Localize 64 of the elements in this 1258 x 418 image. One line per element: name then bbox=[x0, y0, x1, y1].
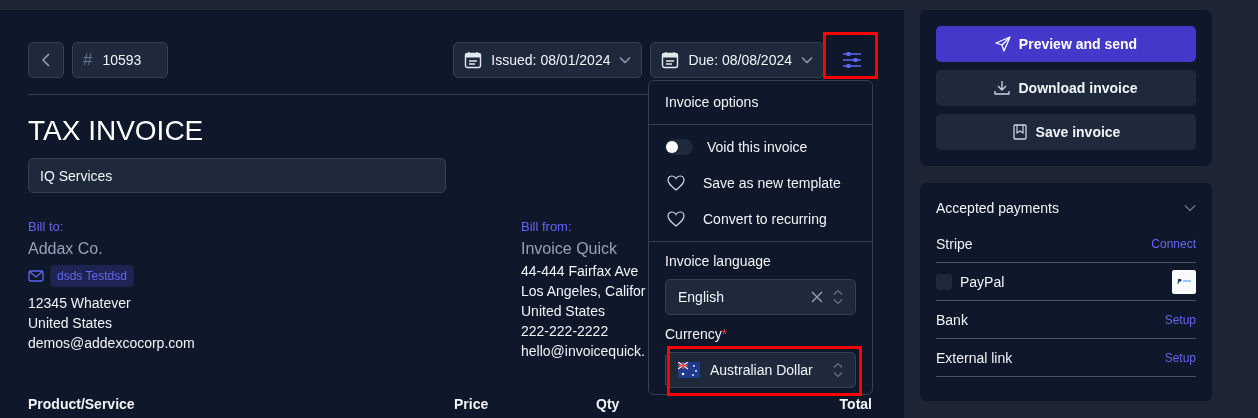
chevron-down-icon bbox=[801, 56, 813, 64]
payment-method-name: Bank bbox=[936, 311, 968, 328]
column-header: Total bbox=[839, 396, 872, 412]
party-name: Invoice Quick bbox=[521, 239, 619, 259]
address-line: hello@invoicequick. bbox=[521, 342, 646, 361]
back-button[interactable] bbox=[28, 42, 64, 78]
heart-icon bbox=[667, 211, 685, 227]
setup-link[interactable]: Setup bbox=[1164, 350, 1196, 365]
payment-method-name: Stripe bbox=[936, 235, 973, 252]
action-button[interactable]: Download invoice bbox=[936, 70, 1196, 106]
address-line: demos@addexcocorp.com bbox=[28, 334, 196, 353]
toggle-switch[interactable] bbox=[665, 139, 693, 155]
sliders-icon bbox=[842, 52, 862, 68]
menu-title: Invoice options bbox=[649, 81, 872, 125]
calendar-icon bbox=[661, 51, 680, 69]
company-field[interactable]: IQ Services bbox=[28, 158, 446, 193]
address-line: Los Angeles, Califor bbox=[521, 282, 646, 301]
invoice-title: TAX INVOICE bbox=[28, 115, 204, 147]
action-button[interactable]: Preview and send bbox=[936, 26, 1196, 62]
address-line: 12345 Whatever bbox=[28, 294, 132, 313]
heart-icon bbox=[667, 175, 685, 191]
field-label: Invoice language bbox=[665, 252, 772, 270]
party-name: Addax Co. bbox=[28, 239, 104, 259]
address-line: 222-222-2222 bbox=[521, 322, 610, 341]
address-line: United States bbox=[28, 314, 114, 333]
chevron-down-icon bbox=[1184, 204, 1196, 212]
invoice-number-field[interactable]: # 10593 bbox=[72, 42, 168, 78]
date-label: Due: 08/08/2024 bbox=[688, 52, 792, 68]
up-down-icon bbox=[833, 362, 843, 378]
menu-item[interactable]: Convert to recurring bbox=[649, 201, 872, 237]
download-icon bbox=[994, 80, 1011, 96]
chevron-down-icon bbox=[619, 56, 632, 64]
invoice-number: 10593 bbox=[102, 52, 142, 68]
hash-label: # bbox=[83, 50, 93, 70]
currency-select[interactable]: Australian Dollar bbox=[665, 352, 856, 388]
date-picker[interactable]: Due: 08/08/2024 bbox=[650, 42, 824, 78]
section-title: Accepted payments bbox=[936, 200, 1059, 216]
mail-icon bbox=[28, 270, 44, 282]
payment-logo-icon bbox=[1172, 269, 1196, 294]
menu-item[interactable]: Void this invoice bbox=[649, 129, 872, 165]
column-header: Product/Service bbox=[28, 396, 136, 412]
date-label: Issued: 08/01/2024 bbox=[491, 52, 611, 68]
address-line: 44-444 Fairfax Ave bbox=[521, 262, 640, 281]
column-header: Price bbox=[454, 396, 490, 412]
field-label: Currency* bbox=[665, 325, 729, 343]
date-picker[interactable]: Issued: 08/01/2024 bbox=[453, 42, 643, 78]
language-select[interactable]: English bbox=[665, 279, 856, 315]
clear-icon bbox=[811, 291, 823, 303]
setup-link[interactable]: Setup bbox=[1164, 312, 1196, 327]
bill-label: Bill to: bbox=[28, 219, 65, 235]
bookmark-icon bbox=[1011, 124, 1028, 140]
payment-method-name: PayPal bbox=[960, 273, 1005, 290]
column-header: Qty bbox=[596, 396, 621, 412]
menu-item[interactable]: Save as new template bbox=[649, 165, 872, 201]
send-icon bbox=[994, 36, 1011, 52]
bill-label: Bill from: bbox=[521, 219, 573, 235]
up-down-icon bbox=[833, 289, 843, 305]
calendar-icon bbox=[464, 51, 483, 69]
payment-method-name: External link bbox=[936, 349, 1013, 366]
flag-icon bbox=[678, 362, 700, 378]
action-button[interactable]: Save invoice bbox=[936, 114, 1196, 150]
setup-link[interactable]: Connect bbox=[1151, 236, 1196, 251]
address-line: United States bbox=[521, 302, 607, 321]
chevron-left-icon bbox=[41, 52, 51, 68]
